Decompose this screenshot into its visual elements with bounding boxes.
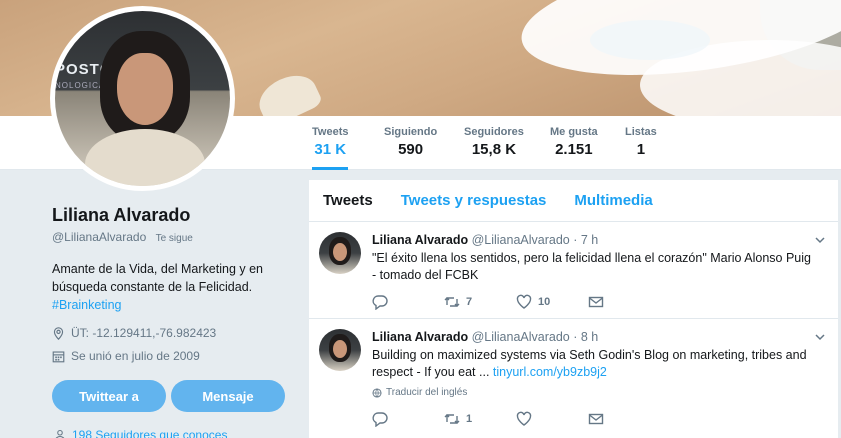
retweet-count: 1 — [466, 413, 473, 425]
tweet-item[interactable]: Liliana Alvarado @LilianaAlvarado · 7 h … — [309, 222, 838, 319]
envelope-icon — [588, 413, 604, 425]
profile-handle[interactable]: @LilianaAlvarado — [52, 230, 146, 244]
tweet-item[interactable]: Liliana Alvarado @LilianaAlvarado · 8 h … — [309, 319, 838, 438]
stat-label: Me gusta — [550, 126, 598, 138]
stat-likes[interactable]: Me gusta 2.151 — [550, 126, 598, 158]
banner-shell — [252, 67, 324, 116]
follows-you-badge: Te sigue — [155, 233, 193, 244]
profile-bio: Amante de la Vida, del Marketing y en bú… — [52, 260, 292, 314]
stat-lists[interactable]: Listas 1 — [625, 126, 657, 158]
stat-label: Seguidores — [464, 126, 524, 138]
reply-icon — [372, 295, 388, 310]
stat-label: Siguiendo — [384, 126, 438, 138]
heart-icon — [516, 294, 532, 309]
message-button[interactable]: Mensaje — [171, 380, 285, 412]
profile-location: ÜT: -12.129411,-76.982423 — [71, 326, 217, 340]
avatar-face — [117, 53, 173, 125]
tweet-meta[interactable]: @LilianaAlvarado · 7 h — [472, 233, 599, 247]
stat-value: 1 — [636, 141, 646, 158]
calendar-icon — [52, 350, 65, 362]
stat-following[interactable]: Siguiendo 590 — [384, 126, 437, 158]
people-icon — [55, 429, 65, 438]
location-row: ÜT: -12.129411,-76.982423 — [52, 326, 292, 340]
translate-label: Traducir del inglés — [386, 387, 468, 398]
avatar-photo: POSTGR NOLOGICA — [55, 11, 230, 186]
tweet-author-name[interactable]: Liliana Alvarado — [372, 330, 468, 344]
tweet-text: "El éxito llena los sentidos, pero la fe… — [372, 251, 811, 282]
retweet-icon — [444, 297, 460, 307]
reply-button[interactable] — [372, 411, 444, 427]
banner-foam — [590, 20, 710, 60]
stat-label: Listas — [625, 126, 657, 138]
stat-value: 31 K — [314, 141, 347, 158]
tab-tweets-and-replies[interactable]: Tweets y respuestas — [387, 192, 561, 209]
tweet-actions: 7 10 — [372, 294, 660, 310]
retweet-icon — [444, 414, 460, 424]
profile-actions: Twittear a Mensaje — [52, 380, 285, 412]
bio-hashtag[interactable]: #Brainketing — [52, 296, 292, 314]
followers-you-know[interactable]: 198 Seguidores que conoces — [54, 428, 227, 438]
bio-text: Amante de la Vida, del Marketing y en bú… — [52, 262, 264, 294]
tweet-header: Liliana Alvarado @LilianaAlvarado · 7 h — [372, 233, 598, 247]
profile-meta: ÜT: -12.129411,-76.982423 Se unió en jul… — [52, 326, 292, 363]
tweet-text: Building on maximized systems via Seth G… — [372, 347, 812, 381]
stat-followers[interactable]: Seguidores 15,8 K — [464, 126, 524, 158]
like-button[interactable] — [516, 411, 588, 427]
tab-tweets[interactable]: Tweets — [309, 192, 387, 209]
tweet-timeline: Tweets Tweets y respuestas Multimedia Li… — [309, 180, 838, 438]
reply-icon — [372, 412, 388, 427]
tab-media[interactable]: Multimedia — [560, 192, 666, 209]
timeline-tabs: Tweets Tweets y respuestas Multimedia — [309, 180, 838, 222]
heart-icon — [516, 411, 532, 426]
followers-you-know-label: 198 Seguidores que conoces — [72, 428, 228, 438]
stat-value: 2.151 — [555, 141, 593, 158]
tweet-avatar[interactable] — [319, 232, 361, 274]
stat-value: 15,8 K — [471, 141, 517, 158]
dm-button[interactable] — [588, 294, 660, 310]
like-count: 10 — [538, 296, 551, 308]
stat-value: 590 — [398, 141, 424, 158]
tweet-meta[interactable]: @LilianaAlvarado · 8 h — [472, 330, 599, 344]
envelope-icon — [588, 296, 604, 308]
profile-name[interactable]: Liliana Alvarado — [52, 205, 292, 226]
retweet-button[interactable]: 1 — [444, 411, 516, 427]
profile-handle-row: @LilianaAlvarado Te sigue — [52, 230, 292, 244]
dm-button[interactable] — [588, 411, 660, 427]
tweet-link[interactable]: tinyurl.com/yb9zb9j2 — [493, 365, 607, 379]
tweet-author-name[interactable]: Liliana Alvarado — [372, 233, 468, 247]
stat-tweets[interactable]: Tweets 31 K — [312, 116, 349, 170]
tweet-avatar[interactable] — [319, 329, 361, 371]
globe-icon — [372, 387, 382, 398]
chevron-down-icon[interactable] — [814, 234, 826, 246]
stat-label: Tweets — [312, 126, 349, 138]
profile-joined: Se unió en julio de 2009 — [71, 349, 200, 363]
location-pin-icon — [53, 326, 64, 340]
joined-row: Se unió en julio de 2009 — [52, 349, 292, 363]
like-button[interactable]: 10 — [516, 294, 588, 310]
profile-card: Liliana Alvarado @LilianaAlvarado Te sig… — [52, 205, 292, 372]
retweet-count: 7 — [466, 296, 473, 308]
translate-link[interactable]: Traducir del inglés — [372, 387, 467, 398]
retweet-button[interactable]: 7 — [444, 294, 516, 310]
reply-button[interactable] — [372, 294, 444, 310]
chevron-down-icon[interactable] — [814, 331, 826, 343]
tweet-to-button[interactable]: Twittear a — [52, 380, 166, 412]
avatar-body — [85, 129, 205, 186]
tweet-header: Liliana Alvarado @LilianaAlvarado · 8 h — [372, 330, 598, 344]
profile-avatar[interactable]: POSTGR NOLOGICA — [50, 6, 235, 191]
tweet-actions: 1 — [372, 411, 660, 427]
